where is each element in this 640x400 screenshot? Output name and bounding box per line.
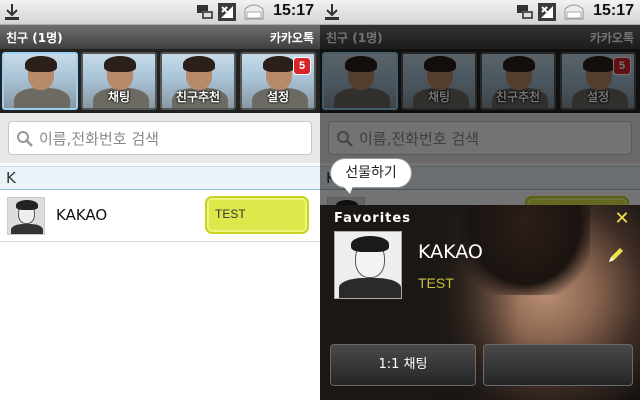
search-input[interactable] — [39, 128, 299, 150]
title-bar: 친구 (1명) 카카오톡 — [0, 25, 320, 49]
usb-debug-icon — [517, 5, 533, 19]
status-message-text: TEST — [215, 207, 246, 221]
tab-recommend[interactable]: 친구추천 — [160, 52, 236, 110]
search-box[interactable] — [8, 121, 312, 155]
avatar-body — [11, 224, 43, 234]
battery-icon — [244, 4, 264, 20]
photo-hair — [104, 56, 136, 72]
search-icon — [17, 131, 33, 147]
friends-screen: 15:17 친구 (1명) 카카오톡 채팅 친구추천 5 설정 이름,전화번호 … — [0, 0, 320, 400]
avatar-hair — [16, 200, 38, 210]
profile-body — [339, 278, 401, 298]
clock: 15:17 — [593, 2, 634, 19]
favorites-popup: Favorites ✕ KAKAO TEST 1:1 채팅 — [320, 205, 640, 400]
battery-icon — [564, 4, 584, 20]
download-icon — [325, 4, 339, 20]
profile-name: KAKAO — [418, 241, 483, 263]
usb-debug-icon — [197, 5, 213, 19]
signal-icon — [218, 3, 236, 21]
status-bar: 15:17 — [0, 0, 320, 25]
tab-chat[interactable]: 채팅 — [81, 52, 157, 110]
profile-status-message: TEST — [418, 275, 454, 291]
popup-title: Favorites — [334, 211, 411, 226]
tab-label: 친구추천 — [175, 90, 221, 104]
gift-bubble[interactable]: 선물하기 — [330, 158, 412, 194]
profile-hair — [351, 236, 389, 252]
status-bar: 15:17 — [320, 0, 640, 25]
photo-hair — [183, 56, 215, 72]
friends-screen-with-popup: 15:17 친구 (1명) 카카오톡 채팅 친구추천 5 — [320, 0, 640, 400]
tab-settings[interactable]: 5 설정 — [240, 52, 316, 110]
pencil-icon[interactable] — [606, 245, 626, 265]
photo-hair — [25, 56, 57, 72]
clock: 15:17 — [273, 2, 314, 19]
section-header: K — [0, 166, 320, 190]
section-letter: K — [6, 169, 16, 187]
profile-photo[interactable] — [334, 231, 402, 299]
search-area — [0, 113, 320, 163]
photo-hair — [263, 56, 295, 72]
tab-bar: 채팅 친구추천 5 설정 — [0, 49, 320, 113]
friends-tab-photo — [14, 88, 70, 108]
chat-button[interactable]: 1:1 채팅 — [330, 344, 476, 386]
second-action-button[interactable] — [483, 344, 633, 386]
tab-label: 채팅 — [107, 90, 131, 104]
friend-row[interactable]: KAKAO TEST — [0, 190, 320, 242]
page-title: 친구 (1명) — [6, 31, 63, 45]
status-message-bubble: TEST — [205, 196, 309, 234]
signal-icon — [538, 3, 556, 21]
download-icon — [5, 4, 19, 20]
app-name: 카카오톡 — [269, 31, 314, 45]
notification-badge: 5 — [293, 57, 311, 75]
close-icon[interactable]: ✕ — [612, 209, 632, 229]
tab-label: 설정 — [266, 90, 290, 104]
tab-friends[interactable] — [2, 52, 78, 110]
friend-name: KAKAO — [56, 206, 108, 224]
avatar[interactable] — [7, 197, 45, 235]
